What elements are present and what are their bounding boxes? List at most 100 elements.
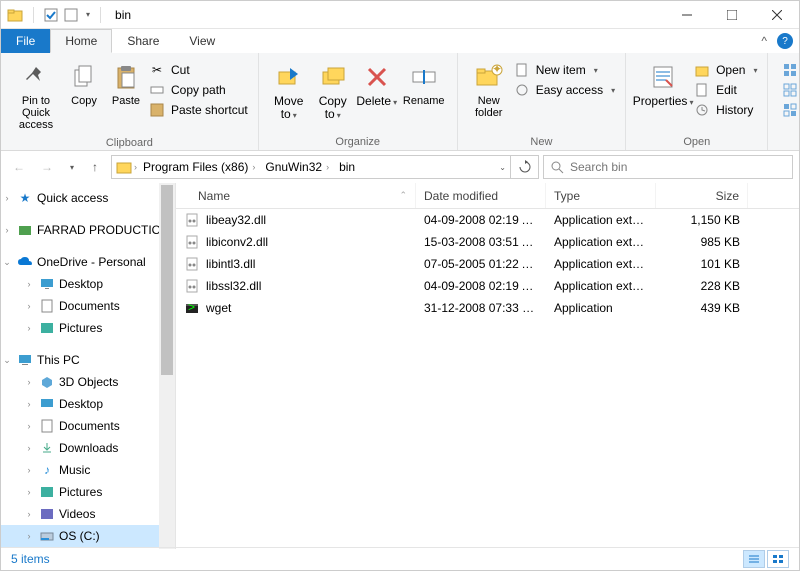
history-icon: [694, 102, 710, 118]
item-count: 5 items: [11, 552, 50, 566]
nav-farrad[interactable]: ›FARRAD PRODUCTION: [1, 219, 175, 241]
file-row[interactable]: libssl32.dll04-09-2008 02:19 AMApplicati…: [176, 275, 799, 297]
file-type: Application extens...: [546, 235, 656, 249]
breadcrumb-item[interactable]: bin: [335, 160, 359, 174]
file-date: 15-03-2008 03:51 AM: [416, 235, 546, 249]
file-size: 228 KB: [656, 279, 748, 293]
collapse-ribbon-icon[interactable]: ^: [761, 34, 767, 48]
breadcrumb-item[interactable]: GnuWin32›: [261, 160, 333, 174]
drive-icon: [39, 528, 55, 544]
address-bar[interactable]: › Program Files (x86)› GnuWin32› bin ⌄: [111, 155, 511, 179]
select-all-button[interactable]: Select all: [780, 61, 800, 79]
col-date[interactable]: Date modified: [416, 183, 546, 208]
document-icon: [39, 418, 55, 434]
file-row[interactable]: >wget31-12-2008 07:33 PMApplication439 K…: [176, 297, 799, 319]
copy-path-button[interactable]: Copy path: [147, 81, 250, 99]
minimize-button[interactable]: [664, 1, 709, 29]
nav-quick-access[interactable]: ›★Quick access: [1, 187, 175, 209]
tab-share[interactable]: Share: [112, 29, 174, 53]
file-icon: [184, 212, 200, 228]
shortcut-icon: [149, 102, 165, 118]
nav-od-desktop[interactable]: ›Desktop: [1, 273, 175, 295]
navigation-pane[interactable]: ›★Quick access ›FARRAD PRODUCTION ⌄OneDr…: [1, 183, 176, 549]
nav-this-pc[interactable]: ⌄This PC: [1, 349, 175, 371]
col-name[interactable]: Name⌃: [176, 183, 416, 208]
delete-button[interactable]: Delete▾: [355, 57, 399, 112]
rename-button[interactable]: Rename: [399, 57, 449, 111]
file-name: libiconv2.dll: [206, 235, 268, 249]
copyto-icon: [317, 61, 349, 93]
nav-music[interactable]: ›♪Music: [1, 459, 175, 481]
pin-icon: [20, 61, 52, 93]
address-dropdown-icon[interactable]: ⌄: [499, 163, 506, 172]
nav-desktop[interactable]: ›Desktop: [1, 393, 175, 415]
history-button[interactable]: History: [692, 101, 759, 119]
tab-home[interactable]: Home: [50, 29, 112, 53]
file-list: Name⌃ Date modified Type Size libeay32.d…: [176, 183, 799, 549]
new-item-button[interactable]: New item▾: [512, 61, 617, 79]
tab-file[interactable]: File: [1, 29, 50, 53]
copy-to-button[interactable]: Copy to▾: [311, 57, 355, 125]
file-row[interactable]: libiconv2.dll 15-03-2008 03:51 AMApplicat…: [176, 231, 799, 253]
easy-access-button[interactable]: Easy access▾: [512, 81, 617, 99]
up-button[interactable]: ↑: [83, 155, 107, 179]
col-size[interactable]: Size: [656, 183, 748, 208]
col-type[interactable]: Type: [546, 183, 656, 208]
pictures-icon: [39, 484, 55, 500]
easy-access-icon: [514, 82, 530, 98]
recent-locations-button[interactable]: ▾: [63, 155, 79, 179]
group-select: Select all Select none Invert selection …: [768, 53, 800, 150]
new-folder-button[interactable]: ✦ New folder: [466, 57, 512, 123]
cut-button[interactable]: ✂Cut: [147, 61, 250, 79]
paste-button[interactable]: Paste: [105, 57, 147, 111]
desktop-icon: [39, 276, 55, 292]
help-icon[interactable]: ?: [777, 33, 793, 49]
new-item-icon: [514, 62, 530, 78]
edit-button[interactable]: Edit: [692, 81, 759, 99]
qat-dropdown-icon[interactable]: [64, 8, 78, 22]
nav-downloads[interactable]: ›Downloads: [1, 437, 175, 459]
file-type: Application extens...: [546, 257, 656, 271]
file-size: 985 KB: [656, 235, 748, 249]
tab-view[interactable]: View: [174, 29, 230, 53]
group-open: Properties▾ Open▾ Edit History Open: [626, 53, 768, 150]
file-icon: [184, 278, 200, 294]
nav-od-documents[interactable]: ›Documents: [1, 295, 175, 317]
close-button[interactable]: [754, 1, 799, 29]
qat-customize-icon[interactable]: ▾: [86, 10, 90, 19]
nav-documents[interactable]: ›Documents: [1, 415, 175, 437]
file-name: libeay32.dll: [206, 213, 266, 227]
back-button[interactable]: ←: [7, 155, 31, 179]
scissors-icon: ✂: [149, 62, 165, 78]
details-view-button[interactable]: [743, 550, 765, 568]
copy-button[interactable]: Copy: [63, 57, 105, 111]
select-none-button[interactable]: Select none: [780, 81, 800, 99]
invert-selection-button[interactable]: Invert selection: [780, 101, 800, 119]
search-input[interactable]: Search bin: [543, 155, 793, 179]
nav-od-pictures[interactable]: ›Pictures: [1, 317, 175, 339]
column-header-row: Name⌃ Date modified Type Size: [176, 183, 799, 209]
folder-icon: [7, 7, 23, 23]
open-button[interactable]: Open▾: [692, 61, 759, 79]
nav-scrollbar[interactable]: [159, 183, 175, 549]
search-icon: [550, 160, 564, 174]
properties-button[interactable]: Properties▾: [634, 57, 692, 112]
breadcrumb-item[interactable]: Program Files (x86)›: [139, 160, 259, 174]
qat-checkbox-icon[interactable]: [44, 8, 58, 22]
icons-view-button[interactable]: [767, 550, 789, 568]
file-row[interactable]: libeay32.dll04-09-2008 02:19 AMApplicati…: [176, 209, 799, 231]
file-row[interactable]: libintl3.dll07-05-2005 01:22 AMApplicati…: [176, 253, 799, 275]
nav-pictures[interactable]: ›Pictures: [1, 481, 175, 503]
nav-os-c[interactable]: ›OS (C:): [1, 525, 175, 547]
nav-3d-objects[interactable]: ›3D Objects: [1, 371, 175, 393]
move-to-button[interactable]: Move to▾: [267, 57, 311, 125]
file-name: libintl3.dll: [206, 257, 255, 271]
maximize-button[interactable]: [709, 1, 754, 29]
refresh-button[interactable]: [511, 155, 539, 179]
nav-videos[interactable]: ›Videos: [1, 503, 175, 525]
nav-onedrive[interactable]: ⌄OneDrive - Personal: [1, 251, 175, 273]
forward-button[interactable]: →: [35, 155, 59, 179]
pin-quick-access-button[interactable]: Pin to Quick access: [9, 57, 63, 135]
paste-shortcut-button[interactable]: Paste shortcut: [147, 101, 250, 119]
edit-icon: [694, 82, 710, 98]
